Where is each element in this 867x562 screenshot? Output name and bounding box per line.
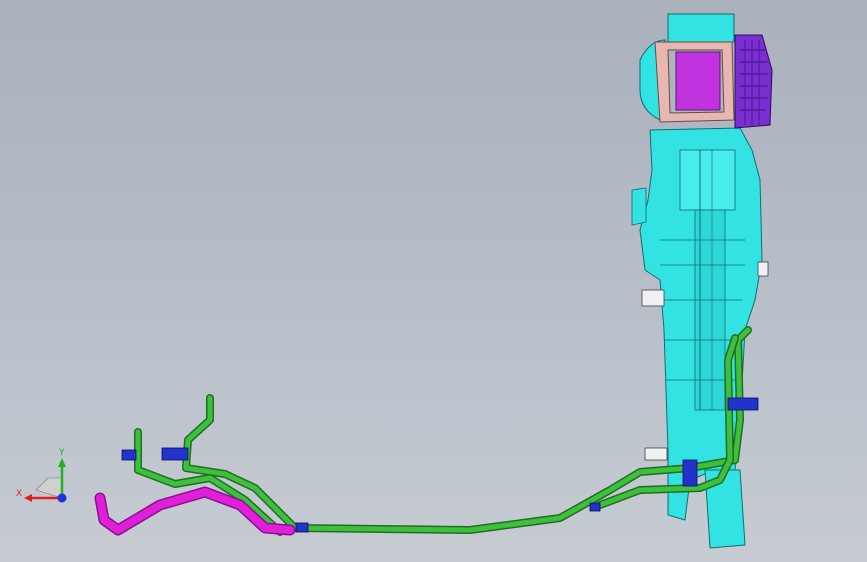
- z-axis-dot-icon: [57, 493, 67, 503]
- x-axis-label: X: [16, 489, 22, 499]
- axis-triad: X Y: [16, 448, 67, 503]
- assembly-model[interactable]: X Y: [0, 0, 867, 562]
- cad-viewport[interactable]: X Y: [0, 0, 867, 562]
- pipe-clips[interactable]: [121, 397, 759, 533]
- x-arrowhead-icon: [24, 494, 32, 502]
- blower-filter-box[interactable]: [675, 51, 721, 111]
- y-axis-label: Y: [58, 448, 65, 458]
- y-arrowhead-icon: [58, 458, 66, 467]
- triad-plane-icon: [35, 477, 63, 499]
